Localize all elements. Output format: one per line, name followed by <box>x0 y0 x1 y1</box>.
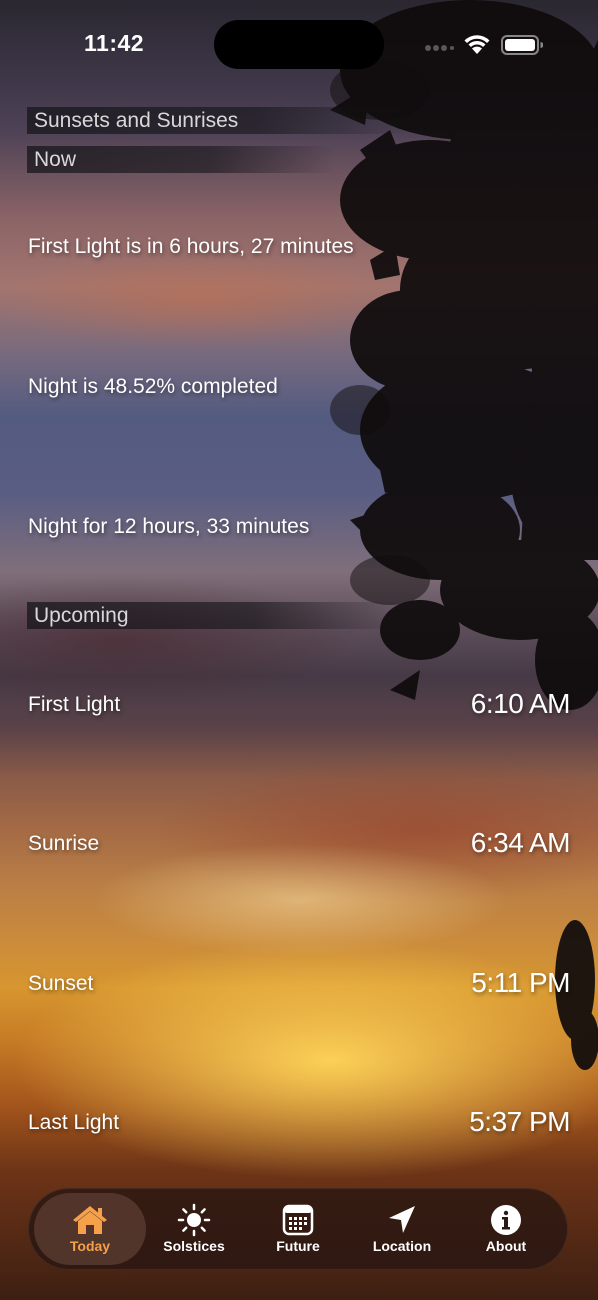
location-arrow-icon <box>389 1206 415 1233</box>
tab-location[interactable]: Location <box>346 1193 458 1265</box>
cellular-signal-icon <box>425 45 454 51</box>
event-label: Sunset <box>28 972 94 995</box>
event-label: Sunrise <box>28 832 100 855</box>
house-icon <box>73 1206 107 1234</box>
now-duration-text: Night for 12 hours, 33 minutes <box>28 515 310 538</box>
event-time: 5:37 PM <box>469 1106 570 1137</box>
battery-icon <box>501 35 543 55</box>
now-progress-text: Night is 48.52% completed <box>28 375 278 398</box>
tab-solstices[interactable]: Solstices <box>138 1193 250 1265</box>
event-label: Last Light <box>28 1111 120 1134</box>
tab-label: Solstices <box>163 1238 225 1254</box>
section-header-upcoming: Upcoming <box>27 602 404 629</box>
info-icon <box>491 1205 521 1235</box>
calendar-icon <box>282 1204 314 1236</box>
event-time: 5:11 PM <box>471 967 570 998</box>
event-time: 6:34 AM <box>470 827 571 858</box>
tree-silhouette <box>330 0 598 1070</box>
tab-label: Location <box>372 1238 432 1254</box>
app-title: Sunsets and Sunrises <box>27 107 414 134</box>
status-bar: 11:42 <box>0 0 598 90</box>
sun-icon <box>177 1203 211 1237</box>
tab-label: Today <box>69 1238 111 1254</box>
dynamic-island <box>214 20 384 69</box>
status-time: 11:42 <box>84 30 145 56</box>
tab-bar: Today Solstices Future Location About <box>28 1188 568 1270</box>
wifi-icon <box>464 35 490 54</box>
event-time: 6:10 AM <box>470 688 571 719</box>
event-label: First Light <box>28 693 121 716</box>
tab-label: Future <box>276 1238 320 1254</box>
tab-about[interactable]: About <box>450 1193 562 1265</box>
section-header-now: Now <box>27 146 334 173</box>
tab-label: About <box>485 1238 527 1254</box>
tab-future[interactable]: Future <box>242 1193 354 1265</box>
now-next-event-countdown: First Light is in 6 hours, 27 minutes <box>28 235 354 258</box>
tab-today[interactable]: Today <box>34 1193 146 1265</box>
